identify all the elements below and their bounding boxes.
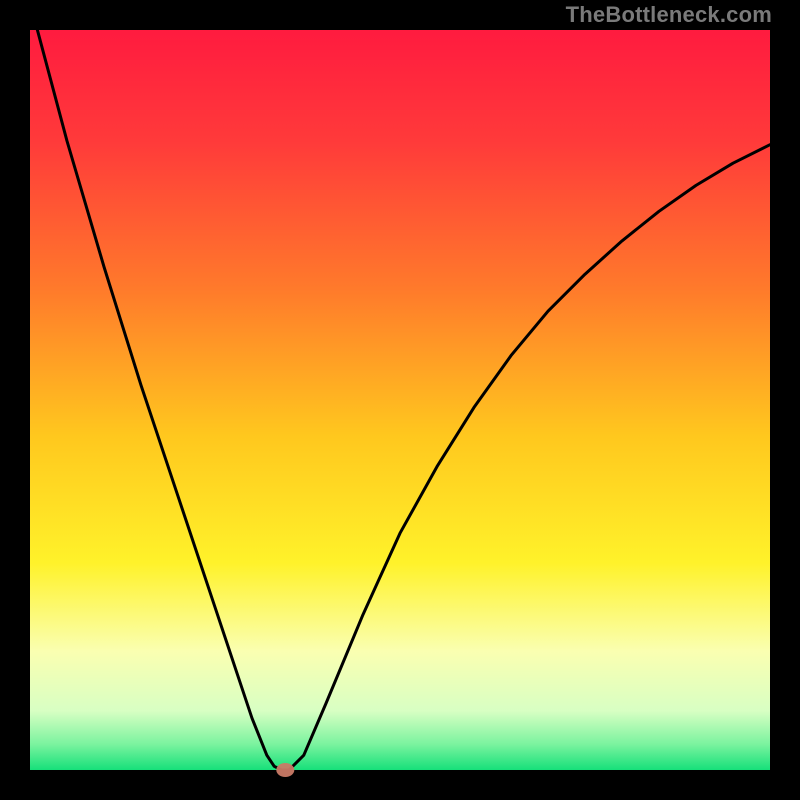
chart-frame: TheBottleneck.com	[0, 0, 800, 800]
marker-dot	[276, 763, 294, 777]
gradient-background	[30, 30, 770, 770]
bottleneck-plot	[0, 0, 800, 800]
